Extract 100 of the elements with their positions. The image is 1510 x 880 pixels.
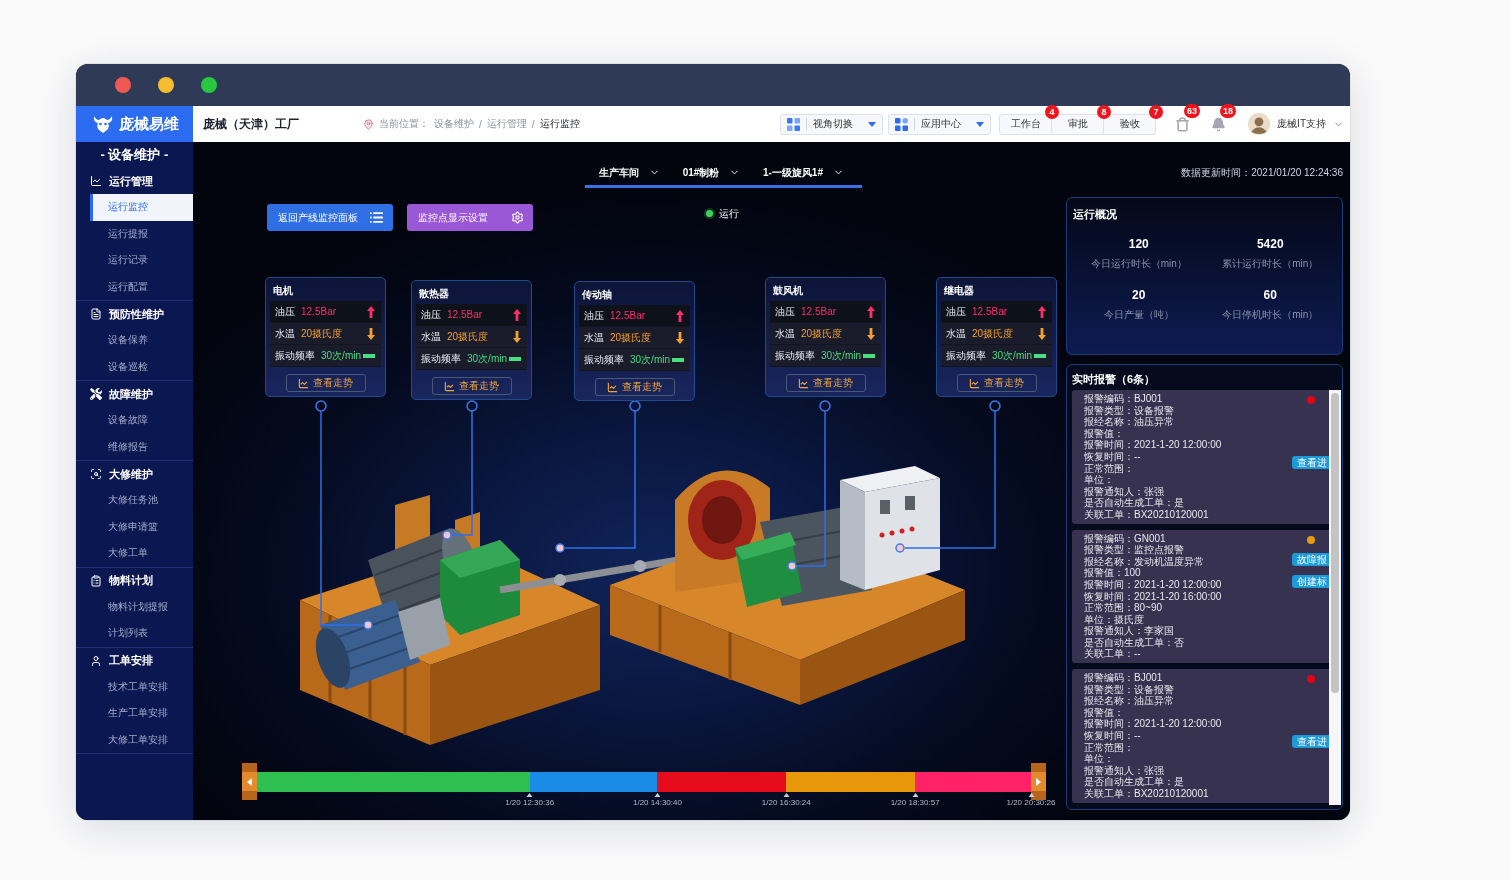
line-chart-icon [444,380,455,392]
caret-down-icon [868,121,877,127]
metric-value: 30次/min [821,348,862,363]
trend-button[interactable]: 查看走势 [956,374,1037,392]
display-settings-button[interactable]: 监控点显示设置 [407,204,533,231]
panel-title: 实时报警（6条） [1072,372,1157,387]
selector-dropdown[interactable]: 1-一级旋风1# [762,165,844,180]
sidebar-item[interactable]: 大修任务池 [76,487,193,514]
line-chart-icon [298,377,309,389]
sidebar-item[interactable]: 设备保养 [76,327,193,354]
location-pin-icon [363,118,374,130]
card-title: 继电器 [943,284,975,298]
breadcrumb-separator: / [531,118,535,130]
tools-icon [90,388,102,400]
alarm-field: 报警编码：BJ001 [1084,672,1289,684]
sidebar-item[interactable]: 生产工单安排 [76,700,193,727]
notification-button[interactable] [1210,116,1227,132]
metric-label: 振动频率 [421,351,461,366]
stat-label: 今日运行时长（min） [1090,257,1187,271]
metric-label: 振动频率 [946,348,986,363]
alarm-field: 报警类型：设备报警 [1084,404,1289,417]
trend-button[interactable]: 查看走势 [285,374,366,392]
breadcrumb-link[interactable]: 运行管理 [486,117,527,131]
timeline-handle[interactable] [242,763,257,800]
alarm-field: 报警通知人：李家国 [1084,625,1289,637]
selector-dropdown[interactable]: 01#制粉 [682,165,741,180]
metric-value: 30次/min [630,352,671,367]
avatar-icon [1248,113,1271,135]
stat-value: 5420 [1256,236,1284,252]
line-chart-icon [969,377,980,389]
metric-label: 振动频率 [275,348,315,363]
sidebar-item[interactable]: 大修工单安排 [76,726,193,753]
alarm-field: 是否自动生成工单：是 [1084,497,1289,509]
metric-value: 30次/min [992,348,1033,363]
sidebar-item[interactable]: 运行监控 [90,194,193,221]
caret-down-icon [976,121,985,127]
timeline-label: 1/20 12:30:36 [505,797,555,807]
person-icon [90,654,102,667]
back-to-panel-button[interactable]: 返回产线监控面板 [267,204,393,231]
breadcrumb-link[interactable]: 设备维护 [434,117,474,131]
window-close-button[interactable] [115,77,131,93]
sidebar-item[interactable]: 设备巡检 [76,353,193,380]
sidebar-item[interactable]: 技术工单安排 [76,673,193,700]
sidebar-item[interactable]: 运行配置 [76,273,193,300]
trend-button[interactable]: 查看走势 [785,374,866,392]
alarm-field: 关联工单：-- [1084,648,1289,661]
alarm-field: 恢复时间：2021-1-20 16:00:00 [1084,590,1289,603]
alarm-field: 单位：摄氏度 [1084,613,1289,626]
tick-mark-icon [1027,792,1034,797]
timeline-label: 1/20 20:30:26 [1006,797,1056,807]
scrollbar-thumb[interactable] [1331,393,1339,693]
metric-label: 振动频率 [775,348,815,363]
brand-name: 庞械易维 [118,114,179,134]
window-maximize-button[interactable] [201,77,217,93]
count-badge: 63 [1184,104,1201,118]
line-chart-icon [607,381,618,393]
app-grid-icon [895,117,909,131]
user-menu[interactable]: 庞械IT支持 [1248,113,1344,135]
alarm-field: 报警时间：2021-1-20 12:00:00 [1084,439,1289,451]
magnifier-icon [90,468,102,480]
stat-value: 20 [1132,287,1146,303]
metric-value: 20摄氏度 [610,330,653,345]
metric-label: 水温 [275,326,295,341]
view-dropdown[interactable]: 视角切换 [780,113,884,135]
trend-button[interactable]: 查看走势 [594,378,675,396]
sidebar-group-label: 故障维护 [109,386,153,402]
sidebar-item[interactable]: 计划列表 [76,620,193,647]
window-minimize-button[interactable] [158,77,174,93]
sidebar-item[interactable]: 物料计划提报 [76,593,193,620]
sidebar-item[interactable]: 维修报告 [76,433,193,460]
stat-label: 累计运行时长（min） [1222,257,1319,271]
trash-icon [1174,116,1190,132]
alarm-field: 报警值： [1084,427,1289,440]
list-icon [369,210,384,225]
sidebar-item[interactable]: 大修工单 [76,540,193,567]
alarm-field: 恢复时间：-- [1084,450,1289,463]
caret-left-icon [247,777,252,786]
sidebar-item[interactable]: 设备故障 [76,407,193,434]
metric-value: 30次/min [467,351,508,366]
timeline-handle[interactable] [1031,763,1046,800]
card-title: 鼓风机 [772,284,804,298]
card-title: 散热器 [418,287,450,301]
metric-value: 12.5Bar [801,306,838,317]
view-dropdown[interactable]: 应用中心 [888,113,992,135]
trend-button[interactable]: 查看走势 [431,377,512,395]
sidebar-item[interactable]: 运行记录 [76,247,193,274]
metric-value: 20摄氏度 [301,326,344,341]
trash-button[interactable] [1174,116,1191,132]
breadcrumb-link[interactable]: 运行监控 [539,117,580,131]
sidebar-item[interactable]: 大修申请篮 [76,513,193,540]
alarm-field: 恢复时间：-- [1084,730,1289,742]
alarm-field: 是否自动生成工单：否 [1084,636,1289,649]
metric-value: 12.5Bar [610,310,647,321]
stat-value: 120 [1128,236,1149,252]
selector-dropdown[interactable]: 生产车间 [599,165,660,180]
alarm-field: 报警通知人：张强 [1084,485,1289,498]
sidebar-item[interactable]: 运行提报 [76,220,193,247]
tick-mark-icon [526,792,533,797]
metric-label: 水温 [421,329,441,344]
tick-mark-icon [912,792,919,797]
